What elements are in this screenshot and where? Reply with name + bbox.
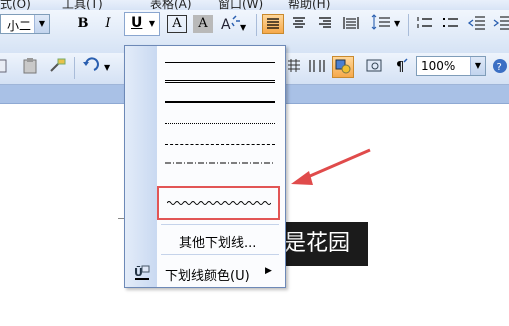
annotation-arrow bbox=[291, 148, 371, 185]
